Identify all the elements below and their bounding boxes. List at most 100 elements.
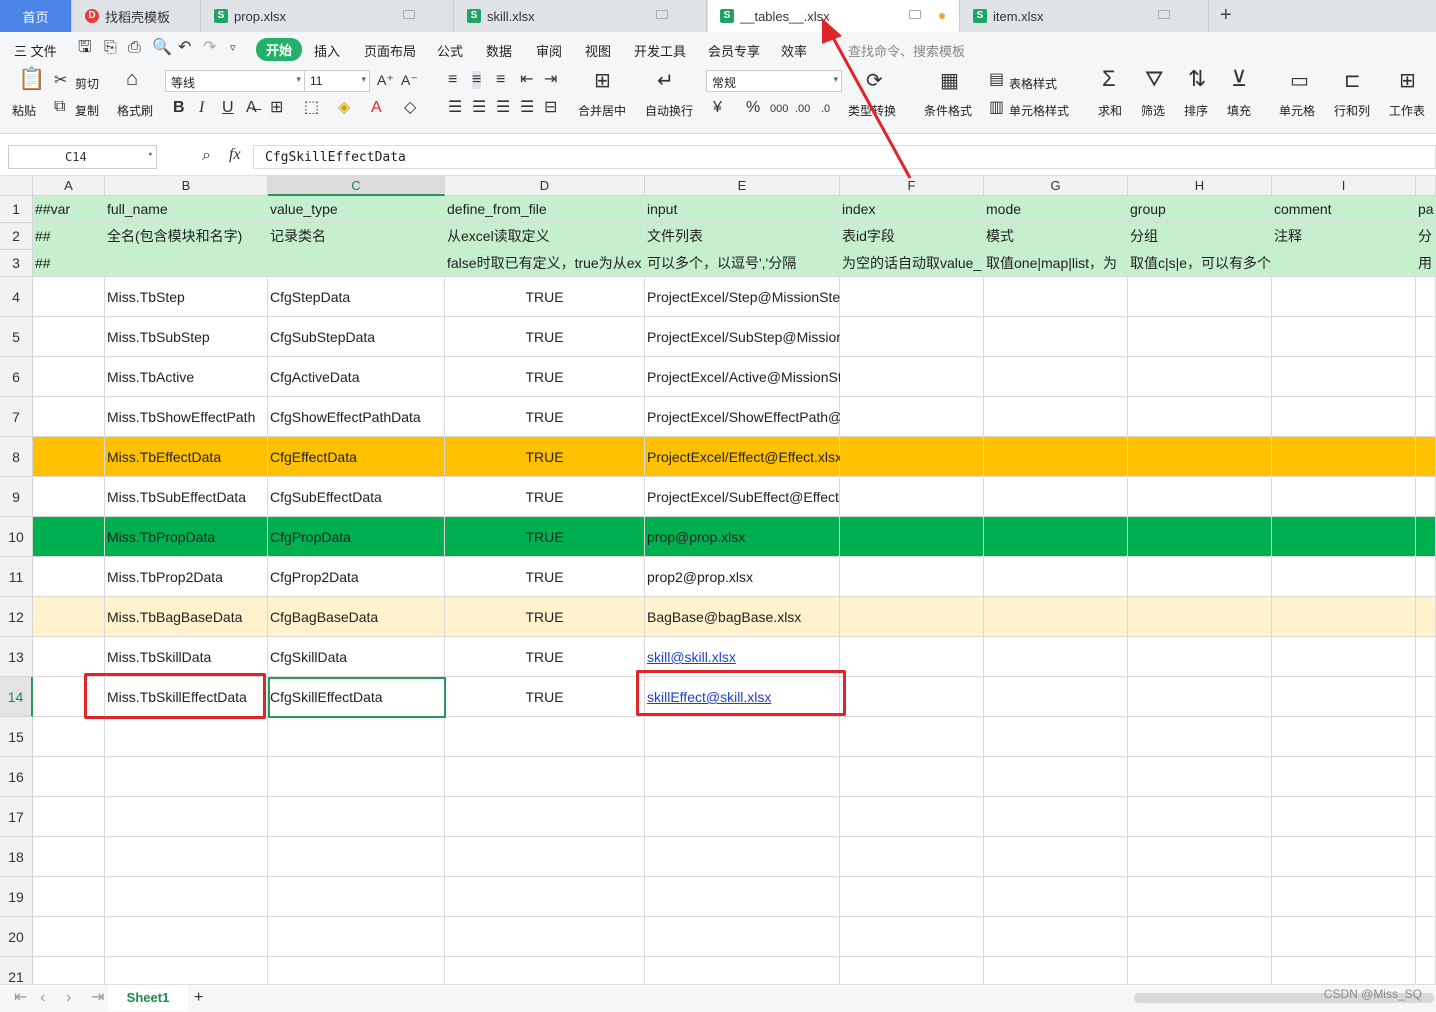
cell-G3[interactable]: 取值one|map|list，为 bbox=[984, 250, 1128, 277]
cell-H19[interactable] bbox=[1128, 877, 1272, 917]
cell-G4[interactable] bbox=[984, 277, 1128, 317]
cell-E3[interactable]: 可以多个，以逗号','分隔 bbox=[645, 250, 840, 277]
cell-H1[interactable]: group bbox=[1128, 196, 1272, 223]
cell-J15[interactable] bbox=[1416, 717, 1436, 757]
type-convert-icon[interactable]: ⟳ bbox=[866, 71, 883, 91]
cell-C19[interactable] bbox=[268, 877, 445, 917]
cell-D2[interactable]: 从excel读取定义 bbox=[445, 223, 645, 250]
font-size-select[interactable]: 11 bbox=[304, 70, 370, 92]
cell-B11[interactable]: Miss.TbProp2Data bbox=[105, 557, 268, 597]
cell-B5[interactable]: Miss.TbSubStep bbox=[105, 317, 268, 357]
cell-C21[interactable] bbox=[268, 957, 445, 984]
cell-A2[interactable]: ## bbox=[33, 223, 105, 250]
cell-B2[interactable]: 全名(包含模块和名字) bbox=[105, 223, 268, 250]
column-header-G[interactable]: G bbox=[984, 176, 1128, 196]
menu-efficiency[interactable]: 效率 bbox=[781, 41, 807, 60]
row-header-11[interactable]: 11 bbox=[0, 557, 33, 597]
cell-fill-icon[interactable]: ⬚ bbox=[304, 99, 319, 117]
cell-I4[interactable] bbox=[1272, 277, 1416, 317]
cell-D15[interactable] bbox=[445, 717, 645, 757]
cell-A19[interactable] bbox=[33, 877, 105, 917]
cell-B3[interactable] bbox=[105, 250, 268, 277]
cell-I2[interactable]: 注释 bbox=[1272, 223, 1416, 250]
sum-button[interactable]: 求和 bbox=[1098, 102, 1122, 119]
cell-I20[interactable] bbox=[1272, 917, 1416, 957]
cell-G8[interactable] bbox=[984, 437, 1128, 477]
decimal-decrease-icon[interactable]: .0 bbox=[821, 100, 830, 118]
cell-B10[interactable]: Miss.TbPropData bbox=[105, 517, 268, 557]
cell-B6[interactable]: Miss.TbActive bbox=[105, 357, 268, 397]
row-header-8[interactable]: 8 bbox=[0, 437, 33, 477]
table-style-button[interactable]: 表格样式 bbox=[1009, 75, 1057, 92]
tab-skill[interactable]: Sskill.xlsx bbox=[455, 0, 707, 32]
column-header-C[interactable]: C bbox=[268, 176, 445, 196]
cell-J18[interactable] bbox=[1416, 837, 1436, 877]
column-header-D[interactable]: D bbox=[445, 176, 645, 196]
font-grow-icon[interactable]: A⁺ bbox=[377, 71, 394, 89]
cell-G1[interactable]: mode bbox=[984, 196, 1128, 223]
cell-D13[interactable]: TRUE bbox=[445, 637, 645, 677]
filter-icon[interactable]: ⛛ bbox=[1145, 68, 1163, 90]
cell-H5[interactable] bbox=[1128, 317, 1272, 357]
row-header-13[interactable]: 13 bbox=[0, 637, 33, 677]
cell-C17[interactable] bbox=[268, 797, 445, 837]
cell-D6[interactable]: TRUE bbox=[445, 357, 645, 397]
tab-docer[interactable]: D 找稻壳模板 bbox=[73, 0, 201, 32]
cell-G7[interactable] bbox=[984, 397, 1128, 437]
indent-increase-icon[interactable]: ⇥ bbox=[544, 71, 557, 89]
cell-A9[interactable] bbox=[33, 477, 105, 517]
number-format-select[interactable]: 常规 bbox=[706, 70, 842, 92]
export-icon[interactable]: ⎘ bbox=[104, 39, 117, 57]
cell-H8[interactable] bbox=[1128, 437, 1272, 477]
font-color-icon[interactable]: A bbox=[371, 99, 382, 117]
cell-E4[interactable]: ProjectExcel/Step@MissionStep.xlsx bbox=[645, 277, 876, 317]
row-header-19[interactable]: 19 bbox=[0, 877, 33, 917]
cell-G14[interactable] bbox=[984, 677, 1128, 717]
cell-A10[interactable] bbox=[33, 517, 105, 557]
last-sheet-icon[interactable]: ⇥ bbox=[91, 989, 104, 1007]
cell-A11[interactable] bbox=[33, 557, 105, 597]
cell-H14[interactable] bbox=[1128, 677, 1272, 717]
row-header-7[interactable]: 7 bbox=[0, 397, 33, 437]
cell-J20[interactable] bbox=[1416, 917, 1436, 957]
name-box[interactable]: C14 bbox=[8, 145, 157, 169]
cell-J21[interactable] bbox=[1416, 957, 1436, 984]
cut-icon[interactable]: ✂ bbox=[54, 72, 67, 90]
cell-I10[interactable] bbox=[1272, 517, 1416, 557]
redo-icon[interactable]: ↷ bbox=[203, 39, 216, 57]
cell-C9[interactable]: CfgSubEffectData bbox=[268, 477, 445, 517]
cell-D20[interactable] bbox=[445, 917, 645, 957]
decimal-increase-icon[interactable]: .00 bbox=[795, 100, 810, 118]
justify-icon[interactable]: ☰ bbox=[520, 99, 534, 117]
row-header-17[interactable]: 17 bbox=[0, 797, 33, 837]
font-select[interactable]: 等线 bbox=[165, 70, 305, 92]
tab-item[interactable]: Sitem.xlsx bbox=[961, 0, 1209, 32]
cell-C2[interactable]: 记录类名 bbox=[268, 223, 445, 250]
row-header-15[interactable]: 15 bbox=[0, 717, 33, 757]
cell-F19[interactable] bbox=[840, 877, 984, 917]
cell-J7[interactable] bbox=[1416, 397, 1436, 437]
strikethrough-icon[interactable]: A̶ bbox=[246, 99, 257, 117]
cell-G15[interactable] bbox=[984, 717, 1128, 757]
row-header-2[interactable]: 2 bbox=[0, 223, 33, 250]
rowcol-icon[interactable]: ⊏ bbox=[1344, 71, 1361, 91]
cell-A1[interactable]: ##var bbox=[33, 196, 105, 223]
align-left-icon[interactable]: ☰ bbox=[448, 99, 462, 117]
sum-icon[interactable]: Σ bbox=[1102, 68, 1116, 90]
cell-C5[interactable]: CfgSubStepData bbox=[268, 317, 445, 357]
align-right-icon[interactable]: ☰ bbox=[496, 99, 510, 117]
conditional-format-icon[interactable]: ▦ bbox=[940, 71, 959, 91]
cell-B7[interactable]: Miss.TbShowEffectPath bbox=[105, 397, 268, 437]
select-all-corner[interactable] bbox=[0, 176, 33, 196]
prev-sheet-icon[interactable]: ‹ bbox=[40, 989, 45, 1007]
column-header-F[interactable]: F bbox=[840, 176, 984, 196]
cell-B8[interactable]: Miss.TbEffectData bbox=[105, 437, 268, 477]
cell-D16[interactable] bbox=[445, 757, 645, 797]
menu-layout[interactable]: 页面布局 bbox=[364, 41, 416, 60]
cell-D18[interactable] bbox=[445, 837, 645, 877]
cell-style-icon[interactable]: ▥ bbox=[989, 99, 1004, 117]
cell-F7[interactable] bbox=[840, 397, 984, 437]
cell-C1[interactable]: value_type bbox=[268, 196, 445, 223]
cell-J5[interactable] bbox=[1416, 317, 1436, 357]
cell-J12[interactable] bbox=[1416, 597, 1436, 637]
